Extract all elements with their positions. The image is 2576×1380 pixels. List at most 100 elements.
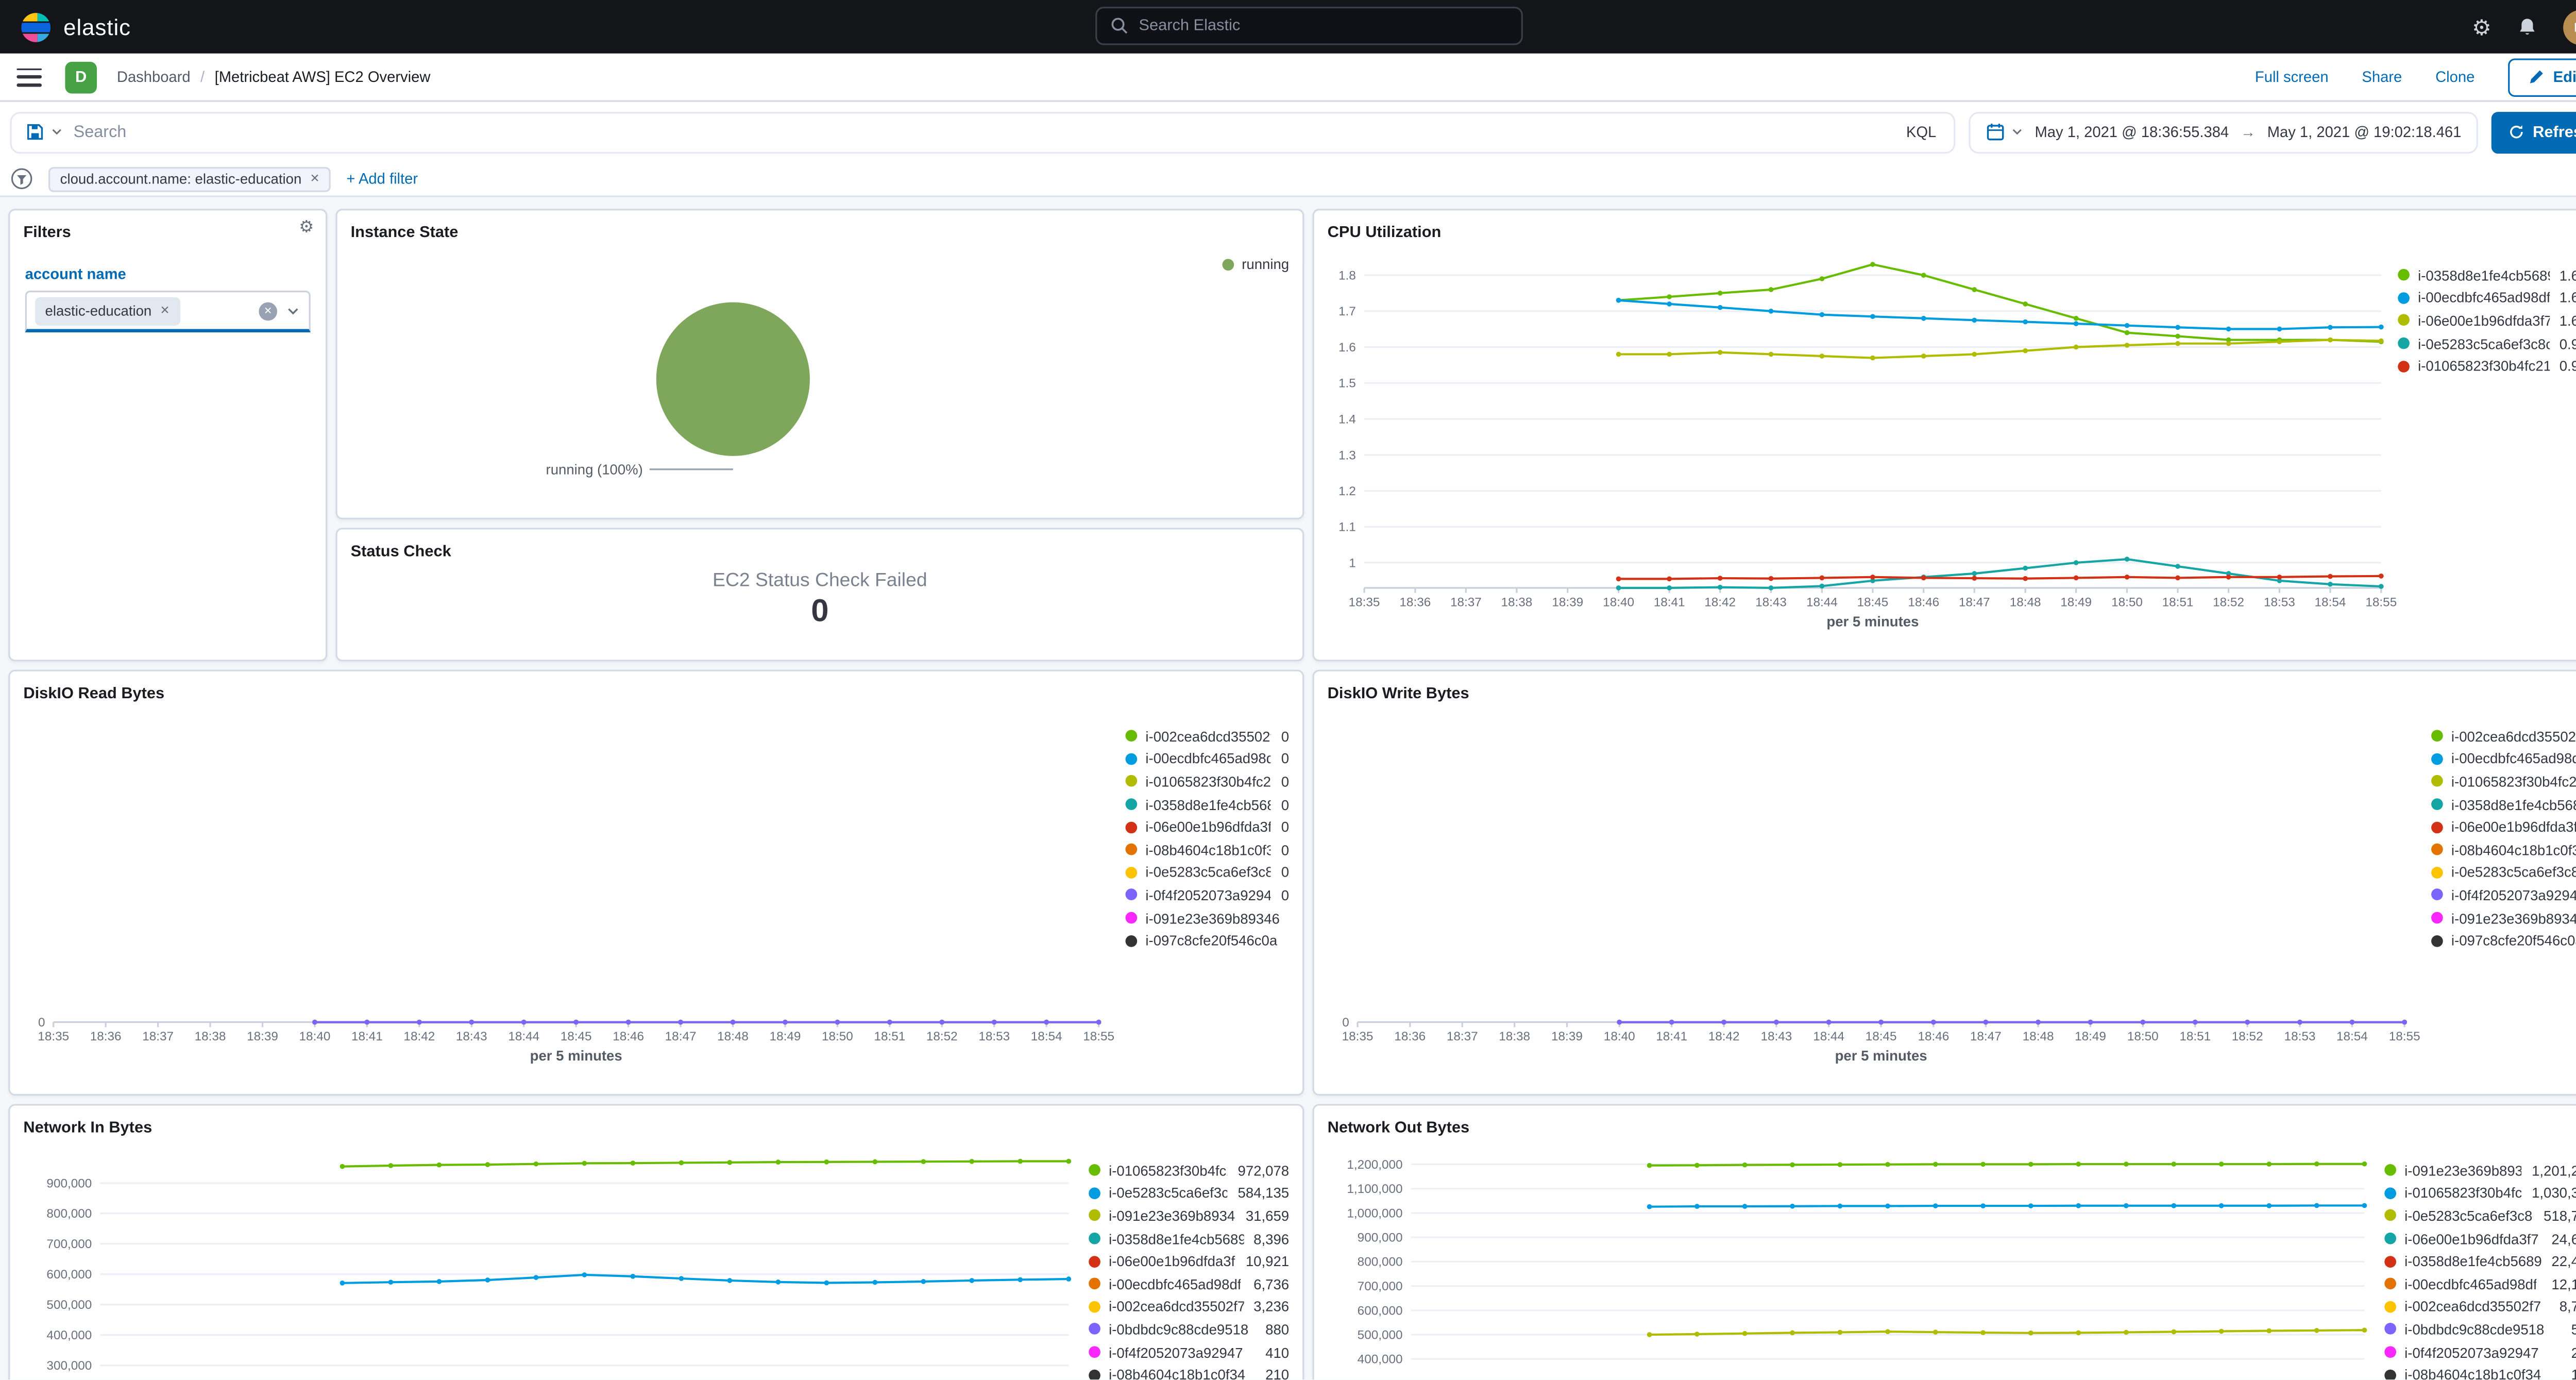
legend-item[interactable]: i-0f4f2052073a929470 bbox=[2431, 884, 2576, 906]
home-link[interactable]: elastic bbox=[20, 11, 131, 43]
breadcrumb-dashboard[interactable]: Dashboard bbox=[117, 69, 191, 85]
svg-text:18:53: 18:53 bbox=[978, 1030, 1010, 1044]
legend-color-dot bbox=[1125, 753, 1138, 765]
legend-item[interactable]: i-0e5283c5ca6ef3c8c0 bbox=[2431, 861, 2576, 884]
legend-item[interactable]: i-06e00e1b96dfda3f7 10,921 bbox=[1089, 1250, 1289, 1273]
selected-option-pill[interactable]: elastic-education ✕ bbox=[35, 296, 180, 325]
legend-item[interactable]: i-0bdbdc9c88cde9518 880 bbox=[1089, 1318, 1289, 1341]
clone-button[interactable]: Clone bbox=[2435, 69, 2475, 85]
legend-item[interactable]: i-06e00e1b96dfda3f7 1.617 bbox=[2398, 309, 2576, 332]
svg-text:18:47: 18:47 bbox=[1959, 596, 1990, 610]
settings-icon[interactable]: ⚙ bbox=[2472, 16, 2492, 38]
legend-item[interactable]: i-0f4f2052073a929470 bbox=[1125, 884, 1289, 906]
network-in-chart[interactable]: 300,000 400,000 500,000 600,000 700,000 800,0… bbox=[10, 1146, 1089, 1379]
global-search-input[interactable] bbox=[1139, 16, 1508, 36]
svg-text:18:36: 18:36 bbox=[90, 1030, 122, 1044]
legend-label: i-091e23e369b893463 bbox=[1145, 909, 1279, 927]
legend-item[interactable]: i-0358d8e1fe4cb56890 bbox=[2431, 793, 2576, 816]
legend-item[interactable]: i-06e00e1b96dfda3f70 bbox=[1125, 816, 1289, 838]
legend-item[interactable]: i-097c8cfe20f546c0a bbox=[2431, 929, 2576, 952]
refresh-button[interactable]: Refresh bbox=[2491, 111, 2576, 153]
query-search-input[interactable] bbox=[73, 123, 1893, 141]
chevron-down-icon[interactable] bbox=[285, 303, 300, 318]
legend-item[interactable]: i-0f4f2052073a92947 410 bbox=[1089, 1341, 1289, 1364]
legend-color-dot bbox=[2398, 314, 2410, 327]
legend-item[interactable]: i-01065823f30b4fc210 bbox=[1125, 770, 1289, 793]
svg-text:18:43: 18:43 bbox=[1760, 1030, 1792, 1044]
legend-item[interactable]: i-002cea6dcd35502f7 3,236 bbox=[1089, 1295, 1289, 1318]
panel-title: Instance State bbox=[350, 224, 459, 242]
instance-state-pie-chart[interactable]: running (100%) bbox=[337, 250, 1302, 518]
save-query-button[interactable] bbox=[25, 122, 64, 142]
legend-item[interactable]: i-01065823f30b4fc21 972,078 bbox=[1089, 1159, 1289, 1182]
date-from[interactable]: May 1, 2021 @ 18:36:55.384 bbox=[2035, 124, 2229, 140]
legend-item[interactable]: i-0358d8e1fe4cb5689 22,498 bbox=[2384, 1250, 2576, 1273]
date-to[interactable]: May 1, 2021 @ 19:02:18.461 bbox=[2267, 124, 2462, 140]
remove-filter-icon[interactable]: ✕ bbox=[310, 172, 320, 186]
legend-item[interactable]: i-091e23e369b893463 bbox=[1125, 906, 1290, 929]
full-screen-button[interactable]: Full screen bbox=[2255, 69, 2329, 85]
alerts-bell-icon[interactable] bbox=[2516, 16, 2538, 38]
legend-item[interactable]: i-0358d8e1fe4cb5689 8,396 bbox=[1089, 1227, 1289, 1250]
legend-item[interactable]: i-002cea6dcd35502f70 bbox=[1125, 725, 1289, 748]
user-avatar[interactable]: m bbox=[2563, 9, 2576, 44]
calendar-button[interactable] bbox=[1985, 122, 2023, 142]
legend-item[interactable]: i-0e5283c5ca6ef3c8c0 bbox=[1125, 861, 1289, 884]
legend-item[interactable]: i-00ecdbfc465ad98df0 bbox=[2431, 748, 2576, 770]
panel-diskio-read-bytes: DiskIO Read Bytes 0 18:35 18:36 18:37 18:38 1… bbox=[8, 669, 1304, 1096]
legend-item[interactable]: i-01065823f30b4fc21 0.963 bbox=[2398, 355, 2576, 377]
legend-value: 584,135 bbox=[1238, 1185, 1290, 1202]
svg-text:1: 1 bbox=[1349, 556, 1356, 570]
legend-label: i-097c8cfe20f546c0a bbox=[1145, 932, 1278, 949]
legend-item[interactable]: i-00ecdbfc465ad98df 12,176 bbox=[2384, 1273, 2576, 1295]
legend-item[interactable]: i-08b4604c18b1c0f340 bbox=[2431, 838, 2576, 861]
filter-set-icon[interactable] bbox=[10, 167, 33, 190]
legend-item[interactable]: i-0358d8e1fe4cb5689 1.615 bbox=[2398, 264, 2576, 287]
legend-item[interactable]: i-08b4604c18b1c0f34 210 bbox=[1089, 1364, 1289, 1380]
legend-item[interactable]: i-091e23e369b893... 1,201,252 bbox=[2384, 1159, 2576, 1182]
clear-selection-icon[interactable]: ✕ bbox=[259, 301, 278, 320]
legend-item[interactable]: i-0358d8e1fe4cb56890 bbox=[1125, 793, 1289, 816]
legend-item[interactable]: i-0f4f2052073a92947 208 bbox=[2384, 1341, 2576, 1364]
space-badge[interactable]: D bbox=[65, 61, 97, 93]
diskio-write-chart[interactable]: 0 18:35 18:36 18:37 18:38 18:39 18:40 18:41 18:4… bbox=[1314, 712, 2431, 1094]
legend-value: 8,779 bbox=[2559, 1298, 2576, 1315]
add-filter-button[interactable]: + Add filter bbox=[346, 171, 418, 187]
legend-item[interactable]: i-091e23e369b893463 31,659 bbox=[1089, 1204, 1289, 1227]
legend-item[interactable]: i-06e00e1b96dfda3f7 24,685 bbox=[2384, 1227, 2576, 1250]
legend-item[interactable]: i-00ecdbfc465ad98df 1.656 bbox=[2398, 287, 2576, 309]
legend-item[interactable]: i-0e5283c5ca6ef3c8c 518,768 bbox=[2384, 1204, 2576, 1227]
legend-item[interactable]: i-0bdbdc9c88cde9518 588 bbox=[2384, 1318, 2576, 1341]
query-language-button[interactable]: KQL bbox=[1903, 124, 1939, 140]
legend-item[interactable]: i-08b4604c18b1c0f34 196 bbox=[2384, 1364, 2576, 1380]
legend-item[interactable]: i-06e00e1b96dfda3f70 bbox=[2431, 816, 2576, 838]
global-header: elastic ⚙ m bbox=[0, 0, 2576, 54]
legend-item[interactable]: i-0e5283c5ca6ef3c8c 584,135 bbox=[1089, 1182, 1289, 1204]
edit-button[interactable]: Edit bbox=[2508, 57, 2576, 96]
legend-item[interactable]: i-08b4604c18b1c0f340 bbox=[1125, 838, 1289, 861]
global-search[interactable] bbox=[1095, 6, 1523, 45]
legend-item[interactable]: i-002cea6dcd35502f7 8,779 bbox=[2384, 1295, 2576, 1318]
legend-item[interactable]: i-097c8cfe20f546c0a bbox=[1125, 929, 1290, 952]
legend-item[interactable]: i-002cea6dcd35502f70 bbox=[2431, 725, 2576, 748]
cpu-utilization-chart[interactable]: 1 1.1 1.2 1.3 1.4 1.5 1.6 1.7 1.8 18:35 18:36 18:37… bbox=[1314, 250, 2398, 660]
share-button[interactable]: Share bbox=[2362, 69, 2402, 85]
network-out-chart[interactable]: 400,000 500,000 600,000 700,000 800,000 900,0… bbox=[1314, 1146, 2385, 1379]
menu-hamburger-icon[interactable] bbox=[16, 68, 42, 86]
legend-item[interactable]: i-091e23e369b893463 bbox=[2431, 906, 2576, 929]
remove-option-icon[interactable]: ✕ bbox=[160, 304, 170, 317]
account-name-combobox[interactable]: elastic-education ✕ ✕ bbox=[25, 290, 311, 332]
filter-pill[interactable]: cloud.account.name: elastic-education ✕ bbox=[48, 166, 332, 192]
panel-options-icon[interactable]: ⚙ bbox=[299, 220, 314, 237]
legend-item[interactable]: i-0e5283c5ca6ef3c8c 0.934 bbox=[2398, 332, 2576, 355]
legend-item[interactable]: i-01065823f30b4fc... 1,030,384 bbox=[2384, 1182, 2576, 1204]
legend-item[interactable]: i-00ecdbfc465ad98df0 bbox=[1125, 748, 1289, 770]
legend-color-dot bbox=[2431, 730, 2443, 743]
legend-label: i-0e5283c5ca6ef3c8c bbox=[2451, 864, 2576, 881]
diskio-read-chart[interactable]: 0 18:35 18:36 18:37 18:38 18:39 18:40 18:41 18:4… bbox=[10, 712, 1125, 1094]
legend-item[interactable]: running bbox=[1222, 254, 1289, 274]
legend-item[interactable]: i-01065823f30b4fc210 bbox=[2431, 770, 2576, 793]
legend-label: i-0358d8e1fe4cb5689 bbox=[2451, 796, 2576, 813]
svg-text:18:38: 18:38 bbox=[195, 1030, 226, 1044]
legend-item[interactable]: i-00ecdbfc465ad98df 6,736 bbox=[1089, 1273, 1289, 1295]
